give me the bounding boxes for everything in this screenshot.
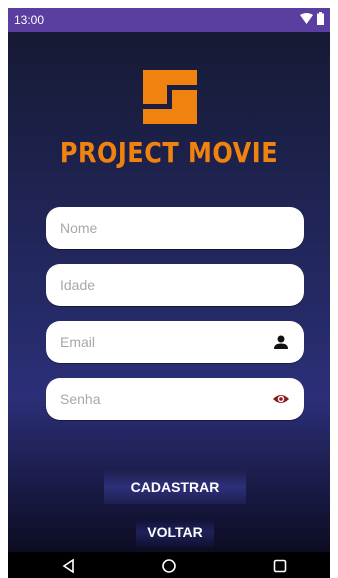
person-icon [274, 335, 288, 349]
email-field[interactable] [46, 321, 304, 363]
status-time: 13:00 [14, 13, 45, 27]
senha-field[interactable] [46, 378, 304, 420]
recents-icon[interactable] [272, 558, 288, 574]
status-bar: 13:00 [8, 8, 330, 32]
idade-input[interactable] [60, 264, 260, 306]
back-icon[interactable] [61, 558, 77, 574]
home-icon[interactable] [161, 558, 177, 574]
battery-icon [317, 12, 324, 25]
nome-input[interactable] [60, 207, 260, 249]
status-icons [300, 12, 324, 25]
cadastrar-button[interactable]: CADASTRAR [104, 470, 246, 504]
eye-icon[interactable] [272, 390, 290, 408]
register-screen: PROJECT MOVIE CADASTRAR VOLTAR [8, 32, 330, 552]
project-movie-logo [143, 70, 197, 124]
voltar-button[interactable]: VOLTAR [136, 517, 214, 547]
wifi-icon [300, 13, 313, 24]
nome-field[interactable] [46, 207, 304, 249]
senha-input[interactable] [60, 378, 260, 420]
app-title: PROJECT MOVIE [59, 136, 279, 170]
email-input[interactable] [60, 321, 260, 363]
phone-screen: 13:00 PROJECT MOVIE Nome Idade Email CAD… [8, 8, 330, 578]
navigation-bar [8, 552, 330, 578]
idade-field[interactable] [46, 264, 304, 306]
